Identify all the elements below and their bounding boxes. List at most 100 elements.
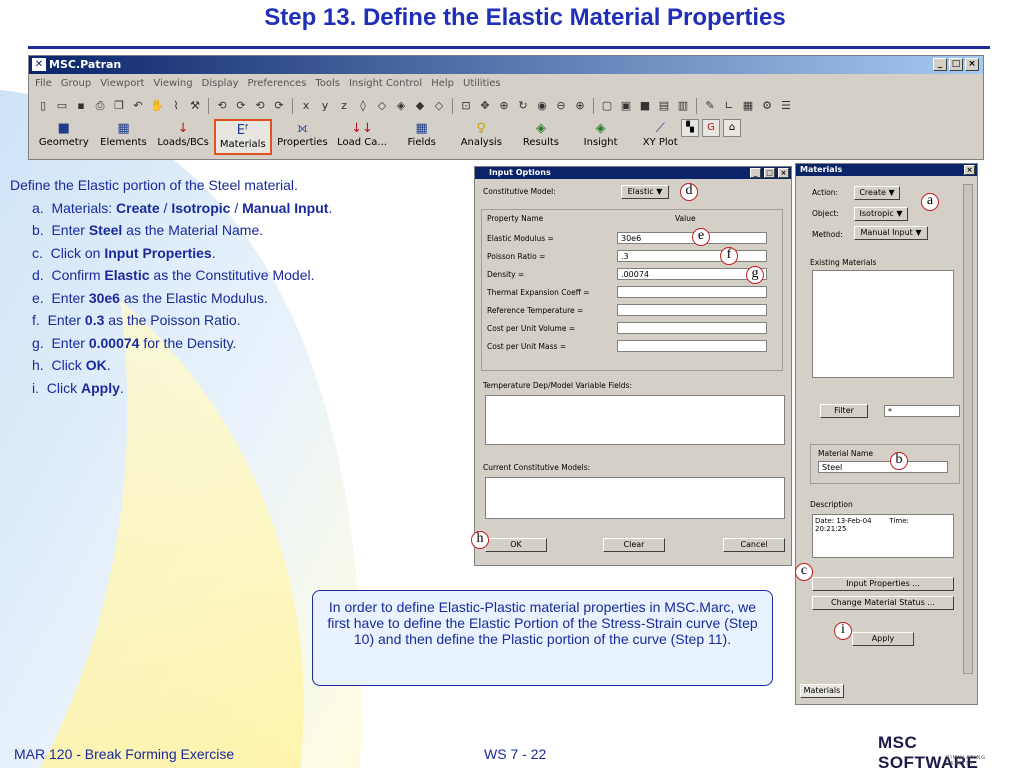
input-properties-button[interactable]: Input Properties ...	[812, 577, 954, 591]
label2-icon[interactable]: ▥	[675, 98, 691, 114]
center-icon[interactable]: ⊕	[496, 98, 512, 114]
close-button[interactable]: ×	[964, 165, 975, 175]
object-dropdown[interactable]: Isotropic ▼	[854, 207, 908, 221]
filter-field[interactable]: *	[884, 405, 960, 417]
wireframe-icon[interactable]: ▢	[599, 98, 615, 114]
group-icon[interactable]: G	[702, 119, 720, 137]
app-fields-button[interactable]: ▦ Fields	[393, 119, 451, 155]
view-x-icon[interactable]: x	[298, 98, 314, 114]
materials-tab[interactable]: Materials	[800, 684, 844, 698]
broom-icon[interactable]: ⌇	[168, 98, 184, 114]
action-dropdown[interactable]: Create ▼	[854, 186, 900, 200]
zoom-in-icon[interactable]: ⊕	[572, 98, 588, 114]
hidden-icon[interactable]: ▣	[618, 98, 634, 114]
minimize-button[interactable]: _	[750, 168, 761, 178]
view-iso4-icon[interactable]: ◆	[412, 98, 428, 114]
rotate-icon[interactable]: ⟲	[214, 98, 230, 114]
tool-icon[interactable]: ⚒	[187, 98, 203, 114]
app-loadcase-button[interactable]: ↓↓ Load Ca...	[333, 119, 391, 155]
new-icon[interactable]: ▯	[35, 98, 51, 114]
temp-dep-list[interactable]	[485, 395, 785, 445]
pencil-icon[interactable]: ✎	[702, 98, 718, 114]
view-iso3-icon[interactable]: ◈	[393, 98, 409, 114]
density-field[interactable]: .00074	[617, 268, 767, 280]
hand-icon[interactable]: ✋	[149, 98, 165, 114]
menu-viewing[interactable]: Viewing	[153, 78, 192, 93]
menu-tools[interactable]: Tools	[315, 78, 340, 93]
home-icon[interactable]: ⌂	[723, 119, 741, 137]
clear-button[interactable]: Clear	[603, 538, 665, 552]
existing-materials-list[interactable]	[812, 270, 954, 378]
apply-button[interactable]: Apply	[852, 632, 914, 646]
materials-scrollbar[interactable]	[963, 184, 973, 674]
print-icon[interactable]: ⎙	[92, 98, 108, 114]
change-material-status-button[interactable]: Change Material Status ...	[812, 596, 954, 610]
constitutive-model-value: Elastic	[627, 187, 654, 196]
description-line: 20:21:25	[815, 525, 847, 533]
menu-preferences[interactable]: Preferences	[248, 78, 307, 93]
refresh-icon[interactable]: ↻	[515, 98, 531, 114]
tools-icon[interactable]: ⚙	[759, 98, 775, 114]
corner-icon[interactable]: ∟	[721, 98, 737, 114]
cost-per-mass-field[interactable]	[617, 340, 767, 352]
app-properties-button[interactable]: ⟗ Properties	[274, 119, 332, 155]
rotate4-icon[interactable]: ⟳	[271, 98, 287, 114]
rotate2-icon[interactable]: ⟳	[233, 98, 249, 114]
layout-icon[interactable]: ▚	[681, 119, 699, 137]
app-results-button[interactable]: ◈ Results	[512, 119, 570, 155]
open-icon[interactable]: ▭	[54, 98, 70, 114]
constitutive-model-dropdown[interactable]: Elastic ▼	[621, 185, 669, 199]
view-y-icon[interactable]: y	[317, 98, 333, 114]
view-iso5-icon[interactable]: ◇	[431, 98, 447, 114]
save-icon[interactable]: ▪	[73, 98, 89, 114]
undo-icon[interactable]: ↶	[130, 98, 146, 114]
app-geometry-button[interactable]: ■ Geometry	[35, 119, 93, 155]
maximize-button[interactable]: □	[764, 168, 775, 178]
reference-temperature-field[interactable]	[617, 304, 767, 316]
pan-icon[interactable]: ✥	[477, 98, 493, 114]
thermal-expansion-field[interactable]	[617, 286, 767, 298]
cancel-button[interactable]: Cancel	[723, 538, 785, 552]
fit-icon[interactable]: ⊡	[458, 98, 474, 114]
description-field[interactable]: Date: 13-Feb-04 Time: 20:21:25	[812, 514, 954, 558]
menu-insight-control[interactable]: Insight Control	[349, 78, 422, 93]
menu-help[interactable]: Help	[431, 78, 454, 93]
material-name-field[interactable]: Steel	[818, 461, 948, 473]
view-iso-icon[interactable]: ◊	[355, 98, 371, 114]
step-number: e.	[32, 289, 44, 306]
zoom-out-icon[interactable]: ⊖	[553, 98, 569, 114]
current-models-list[interactable]	[485, 477, 785, 519]
close-button[interactable]: ×	[778, 168, 789, 178]
plot-icon[interactable]: ▦	[740, 98, 756, 114]
app-elements-button[interactable]: ▦ Elements	[95, 119, 153, 155]
maximize-button[interactable]: □	[949, 58, 963, 71]
copy-icon[interactable]: ❐	[111, 98, 127, 114]
poisson-ratio-field[interactable]: .3	[617, 250, 767, 262]
app-loads-button[interactable]: ↓ Loads/BCs	[154, 119, 212, 155]
camera-icon[interactable]: ◉	[534, 98, 550, 114]
label-icon[interactable]: ▤	[656, 98, 672, 114]
ok-button[interactable]: OK	[485, 538, 547, 552]
app-insight-button[interactable]: ◈ Insight	[572, 119, 630, 155]
minimize-button[interactable]: _	[933, 58, 947, 71]
step-a: a. Materials: Create / Isotropic / Manua…	[32, 199, 450, 219]
cost-per-volume-field[interactable]	[617, 322, 767, 334]
menu-group[interactable]: Group	[61, 78, 91, 93]
step-text: .	[211, 244, 216, 261]
app-label: Properties	[277, 137, 328, 148]
app-analysis-button[interactable]: ♀ Analysis	[453, 119, 511, 155]
menu-utilities[interactable]: Utilities	[463, 78, 501, 93]
view-z-icon[interactable]: z	[336, 98, 352, 114]
menu-viewport[interactable]: Viewport	[100, 78, 144, 93]
list-icon[interactable]: ☰	[778, 98, 794, 114]
view-iso2-icon[interactable]: ◇	[374, 98, 390, 114]
app-materials-button[interactable]: Eᶠ Materials	[213, 119, 272, 155]
close-button[interactable]: ×	[965, 58, 979, 71]
rotate3-icon[interactable]: ⟲	[252, 98, 268, 114]
shaded-icon[interactable]: ■	[637, 98, 653, 114]
filter-button[interactable]: Filter	[820, 404, 868, 418]
callout-c: c	[795, 563, 813, 581]
menu-file[interactable]: File	[35, 78, 52, 93]
method-dropdown[interactable]: Manual Input ▼	[854, 226, 928, 240]
menu-display[interactable]: Display	[202, 78, 239, 93]
